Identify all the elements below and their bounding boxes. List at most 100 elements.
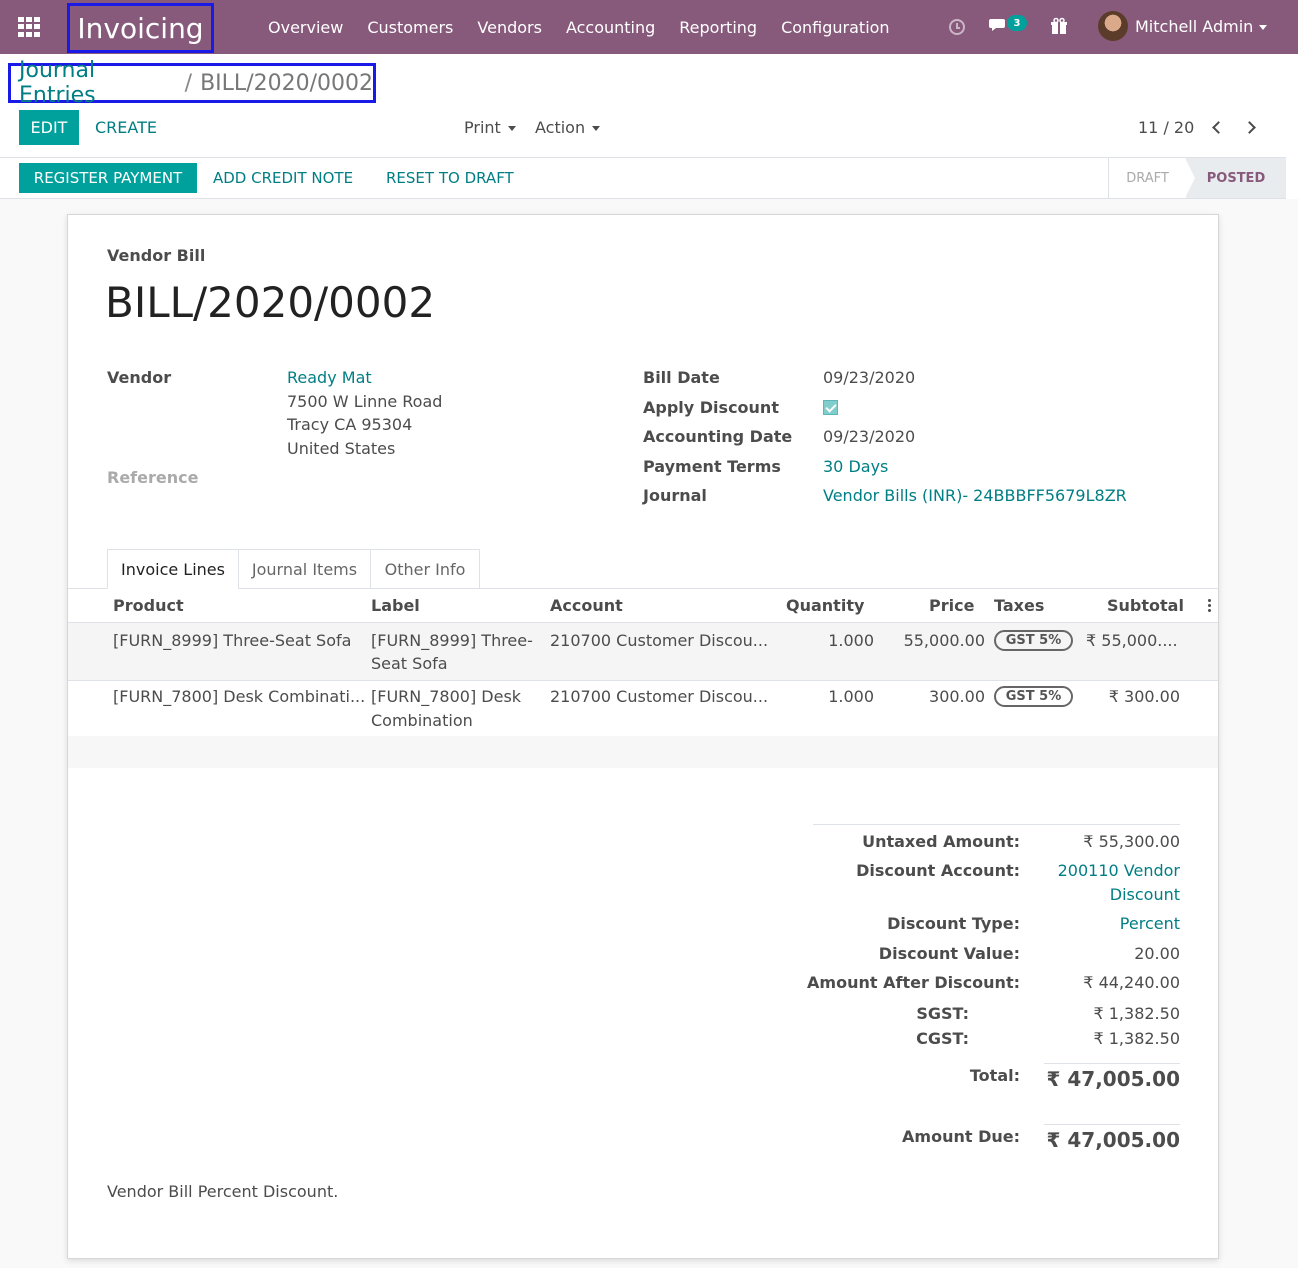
- vendor-label: Vendor: [107, 368, 172, 387]
- sgst-value: ₹ 1,382.50: [1093, 1004, 1180, 1023]
- menu-configuration[interactable]: Configuration: [769, 18, 902, 37]
- row-quantity: 1.000: [828, 687, 874, 706]
- print-label: Print: [464, 118, 501, 137]
- apps-menu-icon[interactable]: [18, 17, 40, 37]
- tab-invoice-lines[interactable]: Invoice Lines: [107, 549, 239, 589]
- discount-value-label: Discount Value:: [878, 944, 1020, 963]
- payment-terms-label: Payment Terms: [643, 457, 781, 476]
- cgst-label: CGST:: [916, 1029, 969, 1048]
- row-product: [FURN_8999] Three-Seat Sofa: [113, 631, 352, 650]
- journal-link[interactable]: Vendor Bills (INR)- 24BBBFF5679L8ZR: [823, 486, 1127, 505]
- breadcrumb-separator: /: [184, 70, 193, 96]
- reference-label: Reference: [107, 468, 199, 487]
- bill-type-label: Vendor Bill: [107, 246, 206, 265]
- discount-account-link[interactable]: 200110 Vendor: [1058, 861, 1180, 880]
- menu-customers[interactable]: Customers: [355, 18, 465, 37]
- app-brand[interactable]: Invoicing: [67, 3, 214, 53]
- payment-terms-link[interactable]: 30 Days: [823, 457, 888, 476]
- user-avatar[interactable]: [1098, 11, 1128, 41]
- action-label: Action: [535, 118, 586, 137]
- journal-label: Journal: [643, 486, 707, 505]
- table-footer: [68, 736, 1218, 768]
- edit-button[interactable]: EDIT: [19, 110, 79, 145]
- user-name[interactable]: Mitchell Admin: [1135, 17, 1253, 36]
- row-subtotal: ₹ 300.00: [1108, 687, 1180, 706]
- column-header-taxes[interactable]: Taxes: [994, 596, 1044, 615]
- row-label: [FURN_7800] Desk: [371, 687, 522, 706]
- amount-after-discount-label: Amount After Discount:: [807, 973, 1020, 992]
- stage-posted[interactable]: POSTED: [1185, 158, 1286, 198]
- row-price: 55,000.00: [903, 631, 985, 650]
- row-label: [FURN_8999] Three-: [371, 631, 533, 650]
- vendor-link[interactable]: Ready Mat: [287, 368, 372, 387]
- row-price: 300.00: [929, 687, 985, 706]
- amount-due-divider: [1044, 1124, 1180, 1125]
- activity-clock-icon[interactable]: [949, 19, 965, 35]
- stage-draft[interactable]: DRAFT: [1108, 158, 1186, 198]
- user-menu-caret-icon[interactable]: [1259, 25, 1267, 30]
- accounting-date-value: 09/23/2020: [823, 427, 916, 446]
- menu-overview[interactable]: Overview: [256, 18, 355, 37]
- menu-accounting[interactable]: Accounting: [554, 18, 667, 37]
- vendor-address-line: United States: [287, 439, 396, 458]
- menu-reporting[interactable]: Reporting: [667, 18, 769, 37]
- gift-icon[interactable]: [1050, 17, 1068, 35]
- row-account: 210700 Customer Discou...: [550, 631, 769, 650]
- column-header-price[interactable]: Price: [929, 596, 974, 615]
- reset-to-draft-button[interactable]: RESET TO DRAFT: [386, 169, 514, 187]
- print-dropdown[interactable]: Print: [464, 118, 516, 137]
- column-header-product[interactable]: Product: [113, 596, 184, 615]
- discount-type-value: Percent: [1119, 914, 1180, 933]
- menu-vendors[interactable]: Vendors: [465, 18, 554, 37]
- row-subtotal: ₹ 55,000....: [1086, 631, 1178, 650]
- vendor-address-line: Tracy CA 95304: [287, 415, 413, 434]
- cgst-value: ₹ 1,382.50: [1093, 1029, 1180, 1048]
- print-caret-icon: [507, 126, 516, 131]
- row-label: Combination: [371, 711, 473, 730]
- discount-account-label: Discount Account:: [856, 861, 1020, 880]
- amount-due-label: Amount Due:: [902, 1127, 1020, 1146]
- row-label: Seat Sofa: [371, 654, 448, 673]
- column-header-account[interactable]: Account: [550, 596, 623, 615]
- untaxed-amount-label: Untaxed Amount:: [862, 832, 1020, 851]
- row-account: 210700 Customer Discou...: [550, 687, 769, 706]
- breadcrumb-journal-entries[interactable]: Journal Entries: [19, 58, 177, 108]
- main-menu: Overview Customers Vendors Accounting Re…: [256, 0, 902, 54]
- tax-badge: GST 5%: [994, 686, 1073, 707]
- sgst-label: SGST:: [916, 1004, 969, 1023]
- bill-title: BILL/2020/0002: [105, 278, 436, 327]
- row-divider: [68, 680, 1218, 681]
- column-header-label[interactable]: Label: [371, 596, 420, 615]
- breadcrumb: Journal Entries / BILL/2020/0002: [8, 58, 376, 108]
- row-quantity: 1.000: [828, 631, 874, 650]
- apply-discount-checkbox[interactable]: [823, 400, 838, 415]
- totals-divider: [813, 824, 1180, 825]
- chat-count-badge: 3: [1007, 15, 1027, 31]
- pager-next-icon[interactable]: [1241, 117, 1257, 137]
- tab-journal-items[interactable]: Journal Items: [238, 549, 371, 589]
- action-caret-icon: [592, 126, 601, 131]
- amount-after-discount-value: ₹ 44,240.00: [1083, 973, 1180, 992]
- column-header-quantity[interactable]: Quantity: [786, 596, 864, 615]
- total-divider: [1044, 1063, 1180, 1064]
- bill-date-label: Bill Date: [643, 368, 720, 387]
- discount-account-link[interactable]: Discount: [1110, 885, 1180, 904]
- action-dropdown[interactable]: Action: [535, 118, 601, 137]
- register-payment-button[interactable]: REGISTER PAYMENT: [19, 163, 197, 193]
- narration-text: Vendor Bill Percent Discount.: [107, 1182, 339, 1201]
- tax-badge: GST 5%: [994, 630, 1073, 651]
- column-header-subtotal[interactable]: Subtotal: [1107, 596, 1184, 615]
- bill-date-value: 09/23/2020: [823, 368, 916, 387]
- discount-value: 20.00: [1134, 944, 1180, 963]
- optional-columns-icon[interactable]: [1208, 599, 1212, 613]
- pager-value[interactable]: 11 / 20: [1138, 118, 1194, 137]
- add-credit-note-button[interactable]: ADD CREDIT NOTE: [213, 169, 353, 187]
- total-value: ₹ 47,005.00: [1046, 1067, 1181, 1091]
- amount-due-value: ₹ 47,005.00: [1046, 1128, 1181, 1152]
- apply-discount-label: Apply Discount: [643, 398, 779, 417]
- tab-other-info[interactable]: Other Info: [370, 549, 480, 589]
- create-button[interactable]: CREATE: [95, 118, 157, 137]
- total-label: Total:: [969, 1066, 1020, 1085]
- vendor-address-line: 7500 W Linne Road: [287, 392, 443, 411]
- pager-previous-icon[interactable]: [1210, 117, 1226, 137]
